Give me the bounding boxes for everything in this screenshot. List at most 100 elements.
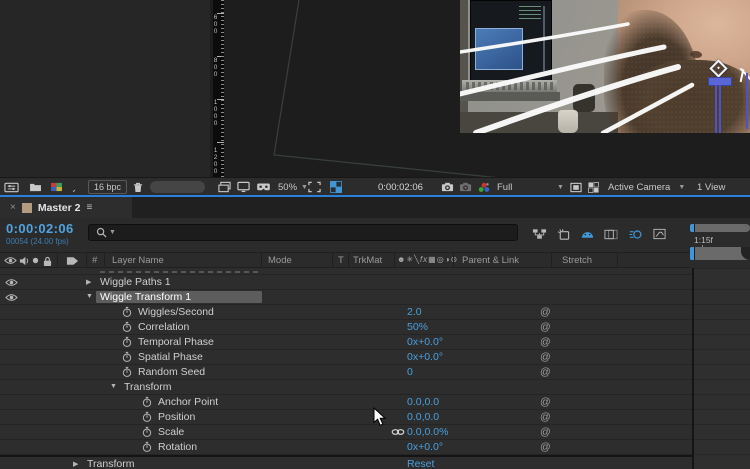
row-wiggles-second[interactable]: Wiggles/Second 2.0 @ <box>0 305 692 320</box>
column-parent-link[interactable]: Parent & Link <box>462 255 519 266</box>
property-label[interactable]: Wiggle Transform 1 <box>96 291 262 303</box>
pickwhip-icon[interactable]: @ <box>540 306 551 318</box>
camera-view-select[interactable]: Active Camera ▼ <box>608 180 685 194</box>
property-value[interactable]: 0x+0.0° <box>407 441 443 453</box>
transparency-grid-icon[interactable] <box>330 180 342 194</box>
stopwatch-icon[interactable] <box>142 411 152 423</box>
pickwhip-icon[interactable]: @ <box>540 366 551 378</box>
vr-icon[interactable] <box>256 180 271 194</box>
column-t[interactable]: T <box>338 255 344 266</box>
column-mode[interactable]: Mode <box>268 255 292 266</box>
property-value[interactable]: 0x+0.0° <box>407 336 443 348</box>
panel-divider[interactable] <box>0 195 750 197</box>
property-value[interactable]: 0x+0.0° <box>407 351 443 363</box>
zoom-select[interactable]: 50% ▼ <box>278 180 308 194</box>
folder-icon[interactable] <box>29 180 42 194</box>
brush-icon[interactable] <box>71 180 82 194</box>
column-layer-name[interactable]: Layer Name <box>112 255 164 266</box>
graph-editor-icon[interactable] <box>650 226 668 242</box>
panel-menu-icon[interactable]: ≡ <box>86 202 92 213</box>
property-label[interactable]: Wiggles/Second <box>138 306 214 318</box>
snapshot-icon[interactable] <box>441 180 454 194</box>
show-snapshot-icon[interactable] <box>459 180 472 194</box>
row-wiggle-transform-1[interactable]: ▼ Wiggle Transform 1 <box>0 290 692 305</box>
label-column-icon[interactable] <box>66 256 79 266</box>
draft-3d-icon[interactable] <box>554 226 572 242</box>
lock-column-icon[interactable] <box>43 256 52 267</box>
pickwhip-icon[interactable]: @ <box>540 411 551 423</box>
property-value[interactable]: 2.0 <box>407 306 422 318</box>
property-label[interactable]: Position <box>158 411 195 423</box>
timeline-track-area[interactable] <box>692 268 750 469</box>
stopwatch-icon[interactable] <box>122 351 132 363</box>
frame-blending-icon[interactable] <box>602 226 620 242</box>
property-label[interactable]: Anchor Point <box>158 396 218 408</box>
pixel-aspect-icon[interactable] <box>588 180 599 194</box>
pickwhip-icon[interactable]: @ <box>540 321 551 333</box>
current-time-display[interactable]: 0:00:02:06 <box>6 221 74 236</box>
composition-viewer[interactable]: 6 0 08 0 01 0 0 01 2 0 0 <box>210 0 750 177</box>
shy-icon[interactable] <box>578 226 596 242</box>
property-label[interactable]: Transform <box>87 458 134 469</box>
property-value[interactable]: 0.0,0.0 <box>407 411 439 423</box>
bit-depth-button[interactable]: 16 bpc <box>88 180 128 194</box>
property-label[interactable]: Scale <box>158 426 184 438</box>
horizontal-scrollbar[interactable] <box>690 224 750 232</box>
property-label[interactable]: Random Seed <box>138 366 205 378</box>
close-icon[interactable]: × <box>10 202 16 213</box>
row-rotation[interactable]: Rotation 0x+0.0° @ <box>0 440 692 455</box>
property-value[interactable]: 0.0,0.0 <box>407 396 439 408</box>
new-composition-icon[interactable] <box>50 180 63 194</box>
mini-flowchart-icon[interactable] <box>530 226 548 242</box>
stopwatch-icon[interactable] <box>142 396 152 408</box>
property-label[interactable]: Spatial Phase <box>138 351 203 363</box>
viewer-timecode[interactable]: 0:00:02:06 <box>378 180 423 194</box>
column-number[interactable]: # <box>92 255 97 266</box>
row-scale[interactable]: Scale 0.0,0.0% @ <box>0 425 692 440</box>
region-of-interest-icon[interactable] <box>308 180 321 194</box>
pickwhip-icon[interactable]: @ <box>540 426 551 438</box>
row-transform[interactable]: ▼ Transform <box>0 380 692 395</box>
stopwatch-icon[interactable] <box>142 441 152 453</box>
property-label[interactable]: Transform <box>124 381 171 393</box>
row-spatial-phase[interactable]: Spatial Phase 0x+0.0° @ <box>0 350 692 365</box>
constrain-proportions-icon[interactable] <box>391 428 405 436</box>
trash-icon[interactable] <box>133 180 143 194</box>
pickwhip-icon[interactable]: @ <box>540 396 551 408</box>
column-trkmat[interactable]: TrkMat <box>353 255 382 266</box>
channels-icon[interactable] <box>478 180 490 194</box>
stopwatch-icon[interactable] <box>122 366 132 378</box>
twirl-down-icon[interactable]: ▼ <box>86 293 93 300</box>
solo-column-icon[interactable] <box>31 256 40 265</box>
row-temporal-phase[interactable]: Temporal Phase 0x+0.0° @ <box>0 335 692 350</box>
tab-master-2[interactable]: × Master 2 ≡ <box>0 197 132 218</box>
property-value[interactable]: Reset <box>407 458 434 469</box>
stopwatch-icon[interactable] <box>142 426 152 438</box>
target-region-icon[interactable] <box>570 180 582 194</box>
twirl-down-icon[interactable]: ▼ <box>110 383 117 390</box>
row-random-seed[interactable]: Random Seed 0 @ <box>0 365 692 380</box>
row-correlation[interactable]: Correlation 50% @ <box>0 320 692 335</box>
property-value[interactable]: 50% <box>407 321 428 333</box>
eye-toggle-icon[interactable] <box>5 278 18 287</box>
view-layout-select[interactable]: 1 View <box>697 180 725 194</box>
row-wiggle-paths-1[interactable]: ▶ Wiggle Paths 1 <box>0 275 692 290</box>
twirl-right-icon[interactable]: ▶ <box>86 278 91 286</box>
property-value[interactable]: 0 <box>407 366 413 378</box>
video-column-icon[interactable] <box>4 256 17 265</box>
row-anchor-point[interactable]: Anchor Point 0.0,0.0 @ <box>0 395 692 410</box>
stopwatch-icon[interactable] <box>122 306 132 318</box>
row-position[interactable]: Position 0.0,0.0 @ <box>0 410 692 425</box>
pickwhip-icon[interactable]: @ <box>540 336 551 348</box>
resolution-select[interactable]: Full <box>497 180 512 194</box>
twirl-right-icon[interactable]: ▶ <box>73 460 78 468</box>
primary-monitor-icon[interactable] <box>237 180 250 194</box>
property-label[interactable]: Temporal Phase <box>138 336 214 348</box>
property-label[interactable]: Wiggle Paths 1 <box>100 276 171 288</box>
audio-column-icon[interactable] <box>19 256 30 266</box>
pickwhip-icon[interactable]: @ <box>540 441 551 453</box>
search-input[interactable]: ▼ <box>88 224 518 241</box>
property-value[interactable]: 0.0,0.0% <box>407 426 448 438</box>
stopwatch-icon[interactable] <box>122 336 132 348</box>
interpret-footage-icon[interactable] <box>4 180 19 194</box>
